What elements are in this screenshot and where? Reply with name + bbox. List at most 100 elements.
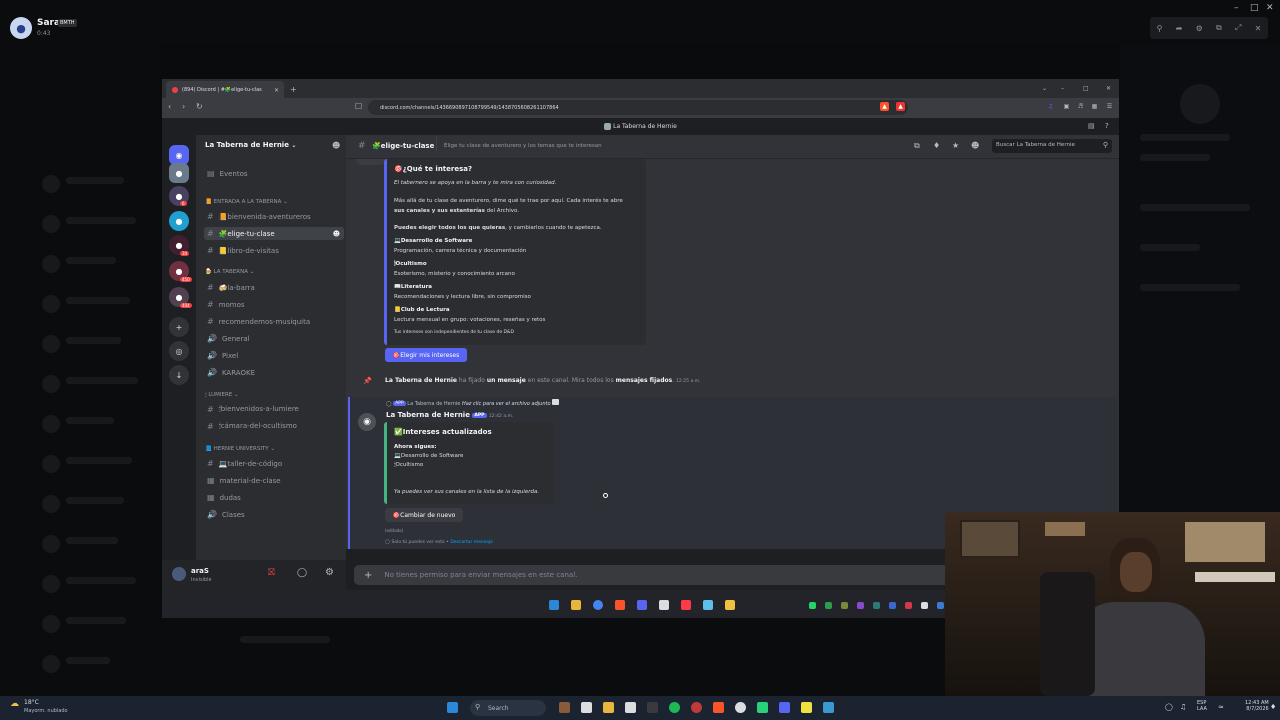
user-avatar[interactable]	[172, 567, 186, 581]
maximize-button[interactable]: □	[1250, 3, 1259, 13]
zoom-icon[interactable]: ⚲	[1157, 24, 1163, 33]
channel-elige-tu-clase[interactable]: # 🧩elige-tu-clase ☻	[204, 227, 344, 240]
audio-icon[interactable]: ♫	[1046, 102, 1055, 111]
search-box[interactable]: Search	[470, 700, 546, 716]
threads-icon[interactable]: ⧉	[914, 141, 920, 151]
app-icon[interactable]	[659, 600, 669, 610]
chrome-icon[interactable]	[593, 600, 603, 610]
explore-icon[interactable]: ◎	[169, 341, 189, 361]
network-icon[interactable]: ◯	[1165, 703, 1173, 711]
events-item[interactable]: ▤ Eventos	[204, 167, 344, 180]
invite-people-icon[interactable]: ☻	[332, 141, 340, 150]
channel-pixel[interactable]: 🔊 Pixel	[204, 349, 344, 362]
pinned-messages-link[interactable]: mensajes fijados	[616, 377, 673, 384]
channel-bienvenida-aventureros[interactable]: # 📙bienvenida-aventureros	[204, 210, 344, 223]
tray-icon[interactable]	[905, 602, 912, 609]
forward-icon[interactable]: ›	[182, 102, 185, 111]
taskbar-app-icon[interactable]	[559, 702, 570, 713]
taskbar-app-icon[interactable]	[757, 702, 768, 713]
server-icon-3[interactable]: ●	[169, 211, 189, 231]
reload-icon[interactable]: ↻	[196, 102, 203, 111]
media-icon[interactable]: ♬	[1076, 102, 1085, 111]
notifications-icon[interactable]: ♦	[1270, 703, 1276, 711]
category-label[interactable]: 📘 HERNIE UNIVERSITY ⌄	[205, 446, 275, 452]
category-label[interactable]: 🕯 LUMIERE ⌄	[205, 392, 239, 399]
channel-recomendemos-musiquita[interactable]: # recomendemos-musiquita	[204, 315, 344, 328]
browser-close-button[interactable]: ✕	[1106, 85, 1111, 92]
extensions-icon[interactable]: ▣	[1062, 102, 1071, 111]
minimize-button[interactable]: –	[1234, 3, 1239, 13]
channel-clases[interactable]: 🔊 Clases	[204, 508, 344, 521]
reply-reference[interactable]: ◯ APP La Taberna de Hernie Haz clic para…	[386, 399, 560, 407]
inbox-icon[interactable]: ▤	[1088, 122, 1095, 130]
channel-karaoke[interactable]: 🔊 KARAOKE	[204, 366, 344, 379]
discord-taskbar-icon[interactable]	[779, 702, 790, 713]
channel-libro-de-visitas[interactable]: # 📒libro-de-visitas	[204, 244, 344, 257]
discord-home-icon[interactable]: ◉	[169, 145, 189, 165]
brave-rewards-icon[interactable]: ▲	[896, 102, 905, 111]
discord-taskbar-icon[interactable]	[637, 600, 647, 610]
menu-icon[interactable]: ☰	[1105, 102, 1114, 111]
dismiss-message-link[interactable]: Descartar mensaje	[450, 540, 493, 545]
sidebar-icon[interactable]: ▦	[1090, 102, 1099, 111]
tray-icon[interactable]	[857, 602, 864, 609]
spotify-icon[interactable]	[669, 702, 680, 713]
tray-icon[interactable]	[937, 602, 944, 609]
close-stream-icon[interactable]: ✕	[1255, 24, 1262, 33]
tray-icon[interactable]	[825, 602, 832, 609]
language-indicator[interactable]: ESP LAA	[1197, 700, 1207, 712]
whatsapp-icon[interactable]	[809, 602, 816, 609]
category-label[interactable]: 🍺 LA TABERNA ⌄	[205, 269, 254, 275]
tab-close-icon[interactable]: ✕	[274, 87, 279, 94]
new-tab-icon[interactable]: +	[290, 85, 297, 94]
pin-author[interactable]: La Taberna de Hernie	[385, 377, 457, 384]
popout-icon[interactable]: ⧉	[1216, 23, 1222, 33]
pinned-icon[interactable]: ★	[952, 141, 959, 150]
settings-icon[interactable]: ⚙	[1196, 24, 1203, 33]
brave-icon[interactable]	[615, 600, 625, 610]
taskbar-app-icon[interactable]	[691, 702, 702, 713]
channel-camara-del-ocultismo[interactable]: # 🕯cámara-del-ocultismo	[204, 420, 344, 433]
bookmark-icon[interactable]: ☐	[355, 102, 362, 111]
taskbar-app-icon[interactable]	[823, 702, 834, 713]
taskbar-app-icon[interactable]	[801, 702, 812, 713]
browser-tab[interactable]: (894) Discord | #🧩elige-tu-clas	[166, 81, 284, 98]
tray-icon[interactable]	[841, 602, 848, 609]
server-taberna-icon[interactable]: ●	[169, 163, 189, 183]
pinned-message-link[interactable]: un mensaje	[487, 377, 526, 384]
file-explorer-icon[interactable]	[603, 702, 614, 713]
search-input[interactable]: Buscar La Taberna de Hernie ⚲	[992, 139, 1112, 153]
browser-minimize-button[interactable]: –	[1061, 85, 1064, 92]
fullscreen-icon[interactable]: ⤢	[1235, 23, 1241, 33]
add-server-icon[interactable]: +	[169, 317, 189, 337]
members-icon[interactable]: ☻	[333, 230, 340, 238]
weather-temp[interactable]: 18°C	[24, 699, 39, 706]
mic-muted-icon[interactable]: ⛝	[268, 568, 275, 578]
tray-icon[interactable]	[889, 602, 896, 609]
wifi-icon[interactable]: ≈	[1218, 703, 1224, 711]
brave-icon[interactable]	[713, 702, 724, 713]
channel-la-barra[interactable]: # 🍻la-barra	[204, 281, 344, 294]
channel-dudas[interactable]: ▦ dudas	[204, 491, 344, 504]
choose-interests-button[interactable]: 🎯Elegir mis intereses	[385, 348, 467, 362]
channel-general[interactable]: 🔊 General	[204, 332, 344, 345]
browser-maximize-button[interactable]: □	[1083, 85, 1089, 92]
member-list-icon[interactable]: ☻	[971, 141, 979, 150]
taskbar-app-icon[interactable]	[735, 702, 746, 713]
app-icon[interactable]	[703, 600, 713, 610]
app-icon[interactable]	[725, 600, 735, 610]
message-author[interactable]: La Taberna de Hernie APP 12:42 a.m.	[386, 411, 513, 419]
taskbar-app-icon[interactable]	[581, 702, 592, 713]
tray-icon[interactable]	[873, 602, 880, 609]
category-label[interactable]: 📙 ENTRADA A LA TABERNA ⌄	[205, 199, 288, 205]
tray-icon[interactable]	[921, 602, 928, 609]
download-icon[interactable]: ↓	[169, 365, 189, 385]
channel-material-de-clase[interactable]: ▦ material-de-clase	[204, 474, 344, 487]
address-bar[interactable]: discord.com/channels/1436690897108799549…	[368, 100, 908, 115]
brave-shields-icon[interactable]: ▲	[880, 102, 889, 111]
server-name[interactable]: La Taberna de Hernie ⌄	[205, 141, 296, 149]
settings-icon[interactable]: ⚙	[325, 567, 334, 578]
channel-momos[interactable]: # momos	[204, 298, 344, 311]
close-button[interactable]: ✕	[1266, 3, 1274, 13]
bot-avatar[interactable]: ◉	[358, 413, 376, 431]
